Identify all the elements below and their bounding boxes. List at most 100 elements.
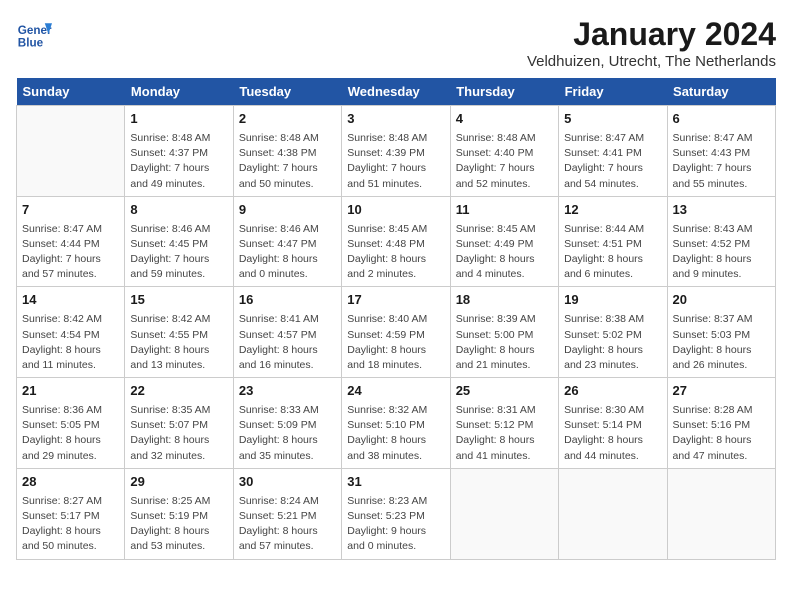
day-detail: Sunrise: 8:23 AMSunset: 5:23 PMDaylight:… <box>347 494 444 555</box>
day-detail: Sunrise: 8:47 AMSunset: 4:44 PMDaylight:… <box>22 222 119 283</box>
day-detail: Sunrise: 8:41 AMSunset: 4:57 PMDaylight:… <box>239 312 336 373</box>
day-number: 8 <box>130 201 227 220</box>
day-detail: Sunrise: 8:38 AMSunset: 5:02 PMDaylight:… <box>564 312 661 373</box>
day-cell <box>450 468 558 559</box>
day-number: 21 <box>22 382 119 401</box>
calendar-title: January 2024 <box>527 16 776 53</box>
day-cell: 4 Sunrise: 8:48 AMSunset: 4:40 PMDaylight… <box>450 106 558 197</box>
day-detail: Sunrise: 8:42 AMSunset: 4:55 PMDaylight:… <box>130 312 227 373</box>
day-cell: 5 Sunrise: 8:47 AMSunset: 4:41 PMDaylight… <box>559 106 667 197</box>
day-number: 28 <box>22 473 119 492</box>
day-number: 10 <box>347 201 444 220</box>
day-detail: Sunrise: 8:27 AMSunset: 5:17 PMDaylight:… <box>22 494 119 555</box>
day-number: 12 <box>564 201 661 220</box>
day-detail: Sunrise: 8:28 AMSunset: 5:16 PMDaylight:… <box>673 403 770 464</box>
day-detail: Sunrise: 8:37 AMSunset: 5:03 PMDaylight:… <box>673 312 770 373</box>
day-detail: Sunrise: 8:46 AMSunset: 4:45 PMDaylight:… <box>130 222 227 283</box>
day-cell <box>559 468 667 559</box>
day-detail: Sunrise: 8:36 AMSunset: 5:05 PMDaylight:… <box>22 403 119 464</box>
day-number: 13 <box>673 201 770 220</box>
day-number: 4 <box>456 110 553 129</box>
header-day-friday: Friday <box>559 78 667 106</box>
header-day-wednesday: Wednesday <box>342 78 450 106</box>
day-detail: Sunrise: 8:45 AMSunset: 4:49 PMDaylight:… <box>456 222 553 283</box>
week-row-2: 14 Sunrise: 8:42 AMSunset: 4:54 PMDayligh… <box>17 287 776 378</box>
day-detail: Sunrise: 8:39 AMSunset: 5:00 PMDaylight:… <box>456 312 553 373</box>
day-number: 25 <box>456 382 553 401</box>
day-number: 19 <box>564 291 661 310</box>
day-cell: 12 Sunrise: 8:44 AMSunset: 4:51 PMDayligh… <box>559 196 667 287</box>
day-number: 5 <box>564 110 661 129</box>
day-number: 3 <box>347 110 444 129</box>
day-detail: Sunrise: 8:47 AMSunset: 4:41 PMDaylight:… <box>564 131 661 192</box>
day-cell: 28 Sunrise: 8:27 AMSunset: 5:17 PMDayligh… <box>17 468 125 559</box>
day-number: 24 <box>347 382 444 401</box>
page-header: General Blue January 2024 Veldhuizen, Ut… <box>16 16 776 70</box>
day-number: 30 <box>239 473 336 492</box>
day-number: 17 <box>347 291 444 310</box>
header-day-sunday: Sunday <box>17 78 125 106</box>
day-cell: 30Sunrise: 8:24 AMSunset: 5:21 PMDayligh… <box>233 468 341 559</box>
day-detail: Sunrise: 8:48 AMSunset: 4:40 PMDaylight:… <box>456 131 553 192</box>
day-cell: 2 Sunrise: 8:48 AMSunset: 4:38 PMDaylight… <box>233 106 341 197</box>
header-day-saturday: Saturday <box>667 78 775 106</box>
day-cell: 26 Sunrise: 8:30 AMSunset: 5:14 PMDayligh… <box>559 378 667 469</box>
week-row-0: 1 Sunrise: 8:48 AMSunset: 4:37 PMDaylight… <box>17 106 776 197</box>
day-detail: Sunrise: 8:30 AMSunset: 5:14 PMDaylight:… <box>564 403 661 464</box>
day-cell: 23Sunrise: 8:33 AMSunset: 5:09 PMDayligh… <box>233 378 341 469</box>
day-number: 15 <box>130 291 227 310</box>
day-detail: Sunrise: 8:47 AMSunset: 4:43 PMDaylight:… <box>673 131 770 192</box>
day-cell <box>667 468 775 559</box>
day-number: 11 <box>456 201 553 220</box>
day-cell: 16Sunrise: 8:41 AMSunset: 4:57 PMDayligh… <box>233 287 341 378</box>
day-detail: Sunrise: 8:32 AMSunset: 5:10 PMDaylight:… <box>347 403 444 464</box>
day-cell: 29Sunrise: 8:25 AMSunset: 5:19 PMDayligh… <box>125 468 233 559</box>
day-cell: 1 Sunrise: 8:48 AMSunset: 4:37 PMDaylight… <box>125 106 233 197</box>
week-row-4: 28 Sunrise: 8:27 AMSunset: 5:17 PMDayligh… <box>17 468 776 559</box>
day-detail: Sunrise: 8:35 AMSunset: 5:07 PMDaylight:… <box>130 403 227 464</box>
day-number: 14 <box>22 291 119 310</box>
day-detail: Sunrise: 8:31 AMSunset: 5:12 PMDaylight:… <box>456 403 553 464</box>
day-cell: 27 Sunrise: 8:28 AMSunset: 5:16 PMDayligh… <box>667 378 775 469</box>
day-number: 18 <box>456 291 553 310</box>
day-cell: 11 Sunrise: 8:45 AMSunset: 4:49 PMDayligh… <box>450 196 558 287</box>
header-day-thursday: Thursday <box>450 78 558 106</box>
day-number: 26 <box>564 382 661 401</box>
day-number: 27 <box>673 382 770 401</box>
day-detail: Sunrise: 8:48 AMSunset: 4:38 PMDaylight:… <box>239 131 336 192</box>
logo-icon: General Blue <box>16 16 52 52</box>
day-number: 20 <box>673 291 770 310</box>
day-detail: Sunrise: 8:44 AMSunset: 4:51 PMDaylight:… <box>564 222 661 283</box>
day-detail: Sunrise: 8:43 AMSunset: 4:52 PMDaylight:… <box>673 222 770 283</box>
day-number: 7 <box>22 201 119 220</box>
header-row: SundayMondayTuesdayWednesdayThursdayFrid… <box>17 78 776 106</box>
header-day-tuesday: Tuesday <box>233 78 341 106</box>
week-row-1: 7 Sunrise: 8:47 AMSunset: 4:44 PMDaylight… <box>17 196 776 287</box>
day-cell: 20 Sunrise: 8:37 AMSunset: 5:03 PMDayligh… <box>667 287 775 378</box>
day-cell: 22 Sunrise: 8:35 AMSunset: 5:07 PMDayligh… <box>125 378 233 469</box>
svg-text:Blue: Blue <box>18 37 44 50</box>
day-number: 22 <box>130 382 227 401</box>
day-cell: 6 Sunrise: 8:47 AMSunset: 4:43 PMDaylight… <box>667 106 775 197</box>
day-cell: 25 Sunrise: 8:31 AMSunset: 5:12 PMDayligh… <box>450 378 558 469</box>
day-detail: Sunrise: 8:46 AMSunset: 4:47 PMDaylight:… <box>239 222 336 283</box>
day-cell: 9Sunrise: 8:46 AMSunset: 4:47 PMDaylight… <box>233 196 341 287</box>
day-cell: 18 Sunrise: 8:39 AMSunset: 5:00 PMDayligh… <box>450 287 558 378</box>
day-detail: Sunrise: 8:48 AMSunset: 4:37 PMDaylight:… <box>130 131 227 192</box>
day-detail: Sunrise: 8:45 AMSunset: 4:48 PMDaylight:… <box>347 222 444 283</box>
day-cell: 31Sunrise: 8:23 AMSunset: 5:23 PMDayligh… <box>342 468 450 559</box>
calendar-table: SundayMondayTuesdayWednesdayThursdayFrid… <box>16 78 776 560</box>
day-detail: Sunrise: 8:33 AMSunset: 5:09 PMDaylight:… <box>239 403 336 464</box>
week-row-3: 21 Sunrise: 8:36 AMSunset: 5:05 PMDayligh… <box>17 378 776 469</box>
day-cell: 8 Sunrise: 8:46 AMSunset: 4:45 PMDaylight… <box>125 196 233 287</box>
day-cell: 19 Sunrise: 8:38 AMSunset: 5:02 PMDayligh… <box>559 287 667 378</box>
day-cell: 14 Sunrise: 8:42 AMSunset: 4:54 PMDayligh… <box>17 287 125 378</box>
day-cell <box>17 106 125 197</box>
day-detail: Sunrise: 8:42 AMSunset: 4:54 PMDaylight:… <box>22 312 119 373</box>
header-day-monday: Monday <box>125 78 233 106</box>
day-number: 6 <box>673 110 770 129</box>
title-block: January 2024 Veldhuizen, Utrecht, The Ne… <box>527 16 776 70</box>
day-number: 1 <box>130 110 227 129</box>
day-cell: 3Sunrise: 8:48 AMSunset: 4:39 PMDaylight… <box>342 106 450 197</box>
day-number: 2 <box>239 110 336 129</box>
